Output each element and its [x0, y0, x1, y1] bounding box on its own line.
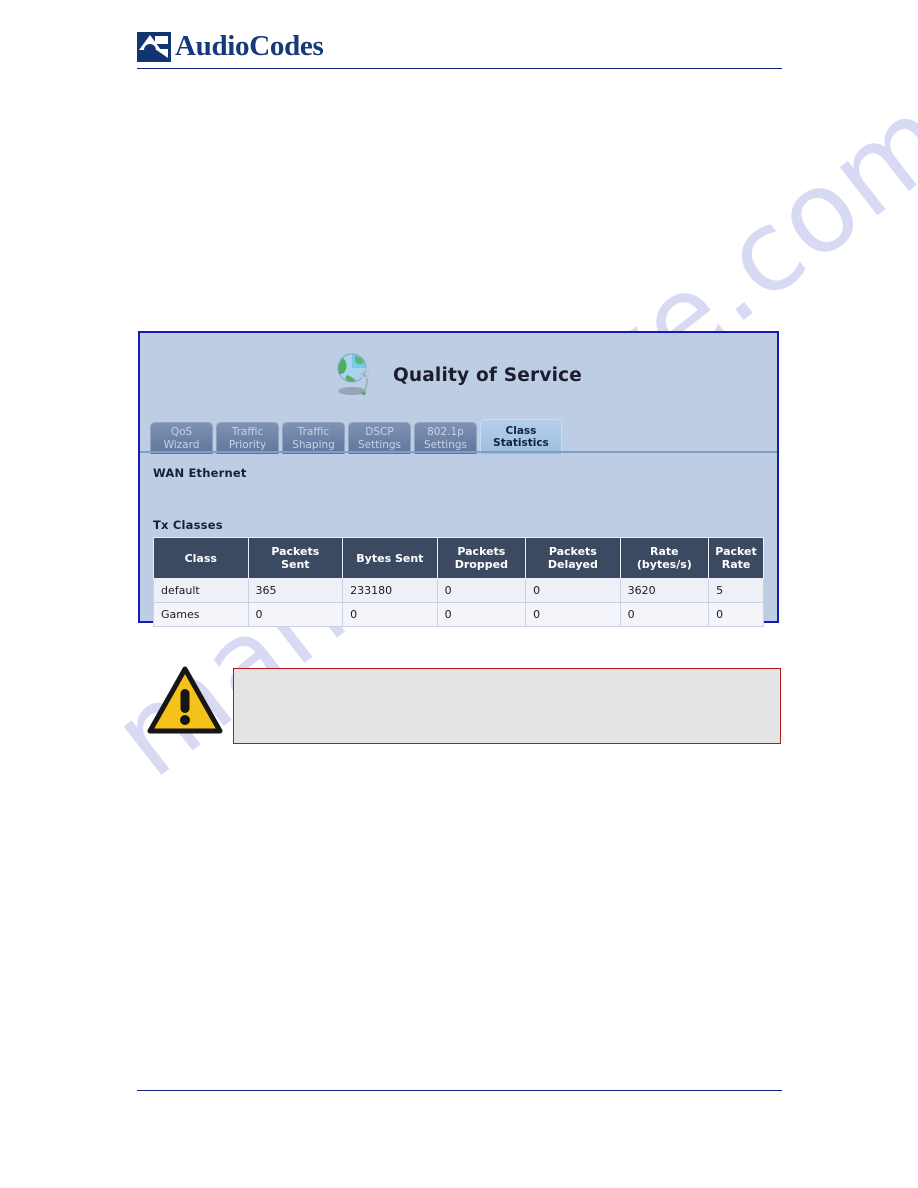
- tab-label-line2: Settings: [423, 438, 468, 451]
- tab-underline: [140, 451, 777, 453]
- header-line1: Packets: [548, 545, 597, 558]
- cell-class: Games: [153, 602, 249, 627]
- cell-packets-delayed: 0: [525, 578, 621, 603]
- audiocodes-logo-mark-icon: [137, 32, 171, 62]
- warning-triangle-icon: [147, 665, 223, 737]
- footer-divider: [137, 1090, 782, 1091]
- tab-label-line1: DSCP: [365, 426, 394, 438]
- header-line2: Sent: [281, 558, 310, 571]
- quality-of-service-panel: Quality of Service QoS Wizard Traffic Pr…: [138, 331, 779, 627]
- header-line2: Dropped: [454, 558, 508, 571]
- cell-bytes-sent: 233180: [342, 578, 438, 603]
- header-line1: Packet: [715, 545, 757, 558]
- cell-rate: 3620: [619, 578, 710, 603]
- page-title: Quality of Service: [392, 364, 583, 386]
- tab-class-statistics[interactable]: Class Statistics: [480, 419, 562, 454]
- column-header-packets-dropped: Packets Dropped: [436, 537, 527, 579]
- cell-packets-sent: 365: [247, 578, 344, 603]
- table-row: default 365 233180 0 0 3620 5: [153, 578, 764, 603]
- brand-logo: AudioCodes: [137, 28, 782, 62]
- column-header-rate: Rate (bytes/s): [619, 537, 710, 579]
- tab-label-line1: Class: [505, 424, 537, 437]
- header-line1: Class: [184, 551, 217, 565]
- column-header-packets-delayed: Packets Delayed: [525, 537, 621, 579]
- table-caption: Tx Classes: [153, 518, 223, 532]
- tab-qos-wizard[interactable]: QoS Wizard: [150, 422, 213, 454]
- tab-label-line1: Traffic: [297, 426, 330, 438]
- tab-traffic-priority[interactable]: Traffic Priority: [216, 422, 279, 454]
- cell-packet-rate: 0: [708, 602, 764, 627]
- tab-strip: QoS Wizard Traffic Priority Traffic Shap…: [150, 419, 777, 454]
- cell-packets-dropped: 0: [436, 602, 527, 627]
- tab-label-line2: Statistics: [493, 437, 549, 449]
- panel-title-area: Quality of Service: [140, 333, 777, 409]
- column-header-packets-sent: Packets Sent: [247, 537, 344, 579]
- header-line1: Packets: [457, 545, 506, 558]
- cell-packet-rate: 5: [708, 578, 764, 603]
- tab-traffic-shaping[interactable]: Traffic Shaping: [282, 422, 345, 454]
- globe-with-magnifier-icon: [335, 351, 379, 399]
- cell-packets-sent: 0: [247, 602, 344, 627]
- header-line1: Packets: [271, 545, 320, 558]
- table-row: Games 0 0 0 0 0 0: [153, 602, 764, 627]
- brand-wordmark: AudioCodes: [175, 30, 324, 62]
- tab-label-line2: Priority: [228, 438, 267, 451]
- tab-label-line2: Wizard: [163, 438, 200, 451]
- column-header-class: Class: [153, 537, 249, 579]
- column-header-bytes-sent: Bytes Sent: [342, 537, 438, 579]
- interface-label: WAN Ethernet: [153, 466, 247, 480]
- note-text-box: [233, 668, 781, 744]
- tab-label-line2: Settings: [357, 438, 402, 451]
- cell-rate: 0: [619, 602, 710, 627]
- tab-label-line1: QoS: [170, 426, 193, 438]
- panel-body: WAN Ethernet Tx Classes Class Packets Se…: [140, 454, 777, 627]
- header-line2: Rate: [721, 558, 751, 571]
- tab-label-line2: Shaping: [292, 438, 335, 451]
- cell-class: default: [153, 578, 249, 603]
- tab-label-line1: Traffic: [231, 426, 264, 438]
- table-header-row: Class Packets Sent Bytes Sent Packets Dr…: [153, 537, 764, 579]
- cell-packets-dropped: 0: [436, 578, 527, 603]
- header-line2: (bytes/s): [636, 558, 692, 571]
- page-header: AudioCodes: [137, 28, 782, 69]
- tab-label-line1: 802.1p: [427, 426, 464, 438]
- tab-dscp-settings[interactable]: DSCP Settings: [348, 422, 411, 454]
- cell-bytes-sent: 0: [342, 602, 438, 627]
- note-block: [147, 662, 782, 754]
- header-line1: Rate: [650, 545, 679, 558]
- tx-classes-table: Class Packets Sent Bytes Sent Packets Dr…: [153, 537, 764, 627]
- tab-8021p-settings[interactable]: 802.1p Settings: [414, 422, 477, 454]
- header-line1: Bytes Sent: [356, 551, 424, 565]
- column-header-packet-rate: Packet Rate: [708, 537, 764, 579]
- cell-packets-delayed: 0: [525, 602, 621, 627]
- header-line2: Delayed: [547, 558, 598, 571]
- header-divider: [137, 68, 782, 69]
